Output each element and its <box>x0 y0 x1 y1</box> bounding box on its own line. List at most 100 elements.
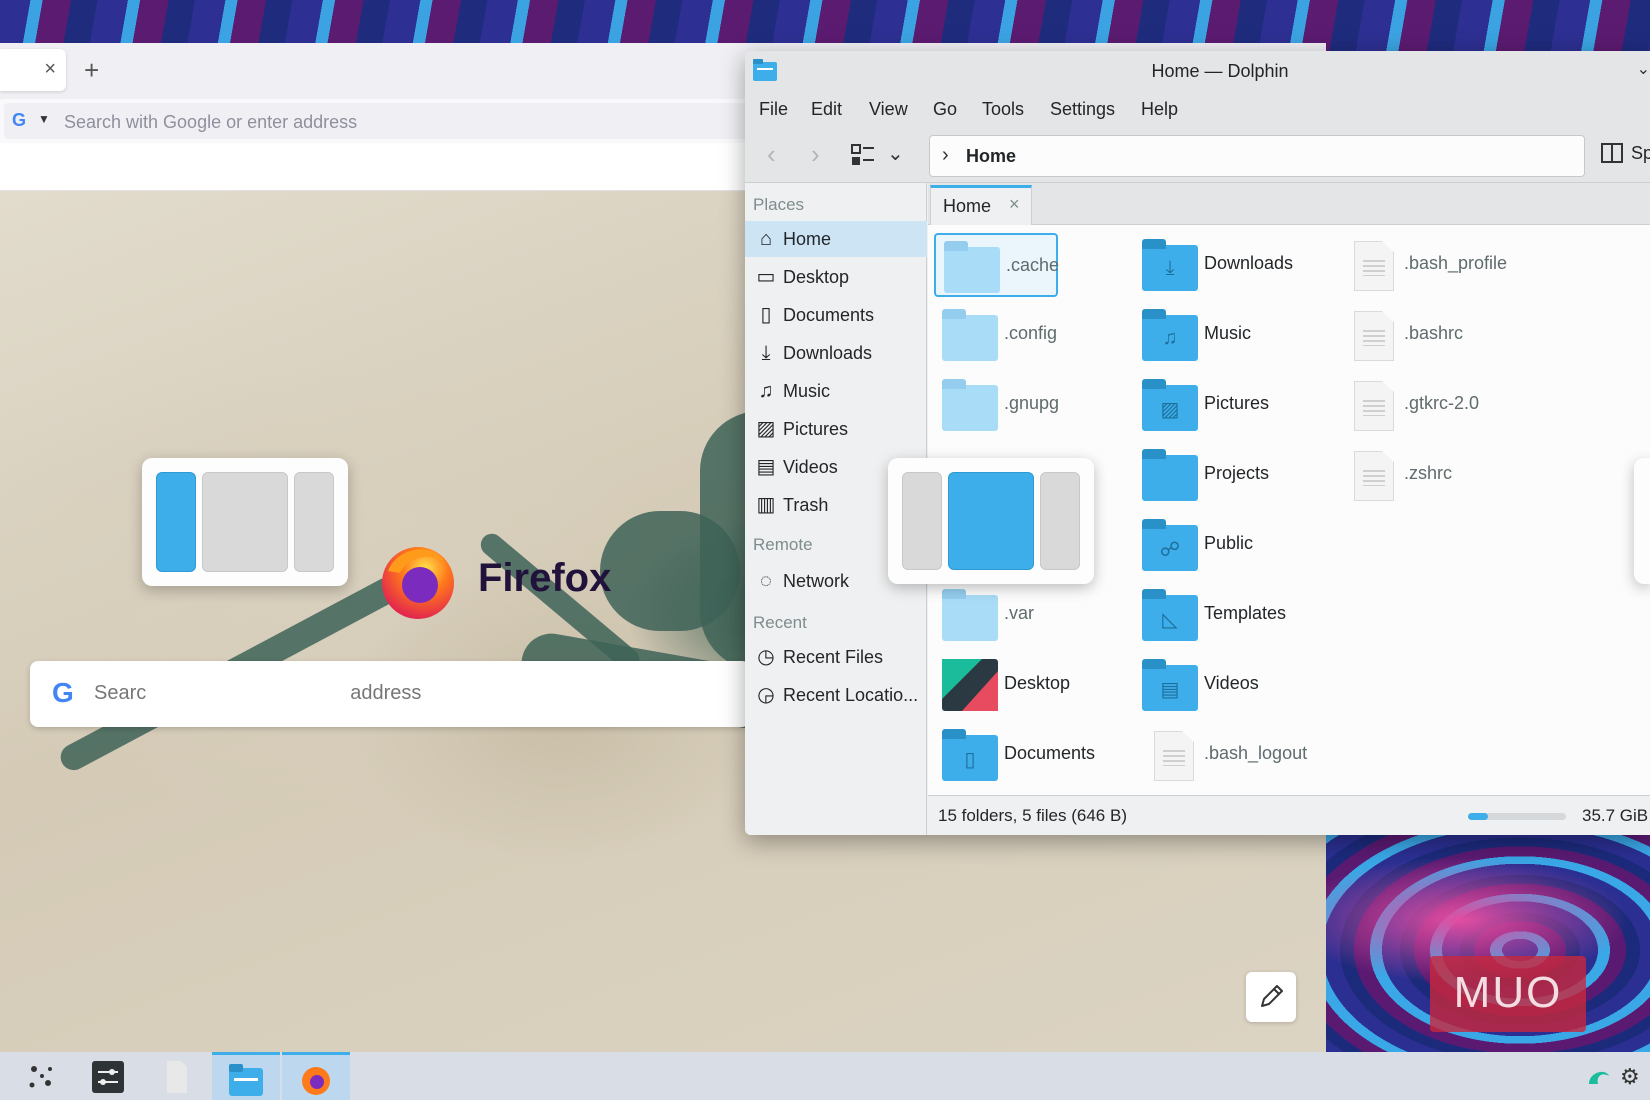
menu-file[interactable]: File <box>759 99 788 120</box>
entry-videos[interactable]: ▤ Videos <box>1134 653 1324 717</box>
status-bar: 15 folders, 5 files (646 B) 35.7 GiB <box>928 795 1650 835</box>
menu-view[interactable]: View <box>869 99 908 120</box>
place-home[interactable]: ⌂ Home <box>745 221 927 257</box>
pictures-folder-icon: ▨ <box>1142 379 1198 431</box>
documents-folder-icon: ▯ <box>942 729 998 781</box>
entry-documents[interactable]: ▯ Documents <box>934 723 1124 787</box>
entry-templates[interactable]: ◺ Templates <box>1134 583 1324 647</box>
menu-help[interactable]: Help <box>1141 99 1178 120</box>
place-music[interactable]: ♫ Music <box>745 373 927 409</box>
tab-close-icon[interactable]: × <box>44 59 56 79</box>
entry-gtkrc[interactable]: .gtkrc-2.0 <box>1334 373 1524 437</box>
free-space-text: 35.7 GiB <box>1582 806 1649 825</box>
free-space-bar[interactable] <box>1468 813 1566 820</box>
videos-folder-icon: ▤ <box>1142 659 1198 711</box>
recent-section-label: Recent <box>753 613 807 632</box>
taskbar: ⚙ <box>0 1052 1650 1100</box>
chevron-down-icon[interactable]: ⌄ <box>1637 59 1650 79</box>
entry-gnupg[interactable]: .gnupg <box>934 373 1124 437</box>
task-dolphin[interactable] <box>212 1052 280 1100</box>
tray-app-icon[interactable] <box>1586 1066 1612 1088</box>
google-engine-icon[interactable]: G <box>12 110 26 131</box>
recent-locations-icon: ◶ <box>757 684 775 706</box>
entry-var[interactable]: .var <box>934 583 1124 647</box>
location-bar[interactable]: › Home <box>929 135 1585 177</box>
text-file-icon <box>1342 379 1398 431</box>
forward-button[interactable]: › <box>811 141 820 167</box>
place-recent-files[interactable]: ◷ Recent Files <box>745 639 927 675</box>
view-tab-bar: Home × <box>928 183 1650 225</box>
entry-bashrc[interactable]: .bashrc <box>1334 303 1524 367</box>
chevron-down-icon[interactable]: ⌄ <box>887 141 904 166</box>
folder-icon <box>942 309 998 361</box>
home-icon: ⌂ <box>759 228 773 250</box>
entry-cache[interactable]: .cache <box>934 233 1059 297</box>
chevron-down-icon[interactable]: ▼ <box>38 112 50 126</box>
places-section-label: Places <box>753 195 805 214</box>
snap-layout-popup <box>142 458 348 586</box>
snap-zone-left[interactable] <box>902 472 942 570</box>
pictures-icon: ▨ <box>756 418 776 440</box>
back-button[interactable]: ‹ <box>767 141 776 167</box>
place-documents[interactable]: ▯ Documents <box>745 297 927 333</box>
folder-icon <box>942 589 998 641</box>
text-file-icon <box>1342 309 1398 361</box>
entry-bash-logout[interactable]: .bash_logout <box>1134 723 1324 787</box>
network-tray-icon[interactable]: ⚙ <box>1620 1064 1646 1090</box>
place-downloads[interactable]: ⤓ Downloads <box>745 335 927 371</box>
menu-go[interactable]: Go <box>933 99 957 120</box>
folder-icon <box>1142 449 1198 501</box>
menu-edit[interactable]: Edit <box>811 99 842 120</box>
entry-zshrc[interactable]: .zshrc <box>1334 443 1524 507</box>
document-icon <box>167 1061 187 1093</box>
text-file-icon <box>1342 239 1398 291</box>
task-system-settings[interactable] <box>74 1052 142 1100</box>
entry-projects[interactable]: Projects <box>1134 443 1324 507</box>
breadcrumb-home[interactable]: Home <box>966 146 1016 167</box>
dolphin-window[interactable]: Home — Dolphin ⌄ File Edit View Go Tools… <box>745 51 1650 835</box>
entry-pictures[interactable]: ▨ Pictures <box>1134 373 1324 437</box>
new-tab-button[interactable]: + <box>84 57 99 83</box>
public-folder-icon: ☍ <box>1142 519 1198 571</box>
entry-desktop[interactable]: Desktop <box>934 653 1124 717</box>
snap-zone-center[interactable] <box>202 472 288 572</box>
place-desktop[interactable]: ▭ Desktop <box>745 259 927 295</box>
entry-music[interactable]: ♫ Music <box>1134 303 1324 367</box>
task-firefox[interactable] <box>282 1052 350 1100</box>
remote-section-label: Remote <box>753 535 813 554</box>
free-space-fill <box>1468 813 1488 820</box>
snap-zone-right[interactable] <box>294 472 334 572</box>
tab-home[interactable]: Home × <box>930 185 1032 225</box>
firefox-icon <box>302 1067 330 1095</box>
task-text-editor[interactable] <box>142 1052 210 1100</box>
snap-zone-right[interactable] <box>1040 472 1080 570</box>
customize-button[interactable] <box>1246 972 1296 1022</box>
entry-bash-profile[interactable]: .bash_profile <box>1334 233 1524 297</box>
google-logo-icon: G <box>52 677 74 708</box>
menu-settings[interactable]: Settings <box>1050 99 1115 120</box>
app-launcher-button[interactable] <box>8 1052 76 1100</box>
place-pictures[interactable]: ▨ Pictures <box>745 411 927 447</box>
entry-config[interactable]: .config <box>934 303 1124 367</box>
firefox-search-box[interactable]: G Searc address <box>30 661 750 727</box>
split-label: Sp <box>1631 143 1650 163</box>
snap-layout-popup-partial <box>1634 458 1650 584</box>
place-recent-locations[interactable]: ◶ Recent Locatio... <box>745 677 927 713</box>
menu-tools[interactable]: Tools <box>982 99 1024 120</box>
view-mode-icon[interactable] <box>851 143 875 167</box>
entry-public[interactable]: ☍ Public <box>1134 513 1324 577</box>
status-text: 15 folders, 5 files (646 B) <box>938 806 1127 825</box>
trash-icon: ▥ <box>756 494 776 516</box>
entry-downloads[interactable]: ⤓ Downloads <box>1134 233 1324 297</box>
watermark-text: MUO <box>1453 968 1563 1017</box>
close-icon[interactable]: × <box>1009 194 1020 215</box>
firefox-tab[interactable]: × <box>0 49 66 91</box>
downloads-icon: ⤓ <box>761 342 771 364</box>
url-placeholder: Search with Google or enter address <box>64 112 358 132</box>
snap-zone-left[interactable] <box>156 472 196 572</box>
snap-zone-center[interactable] <box>948 472 1034 570</box>
window-titlebar[interactable]: Home — Dolphin ⌄ <box>745 51 1650 91</box>
templates-folder-icon: ◺ <box>1142 589 1198 641</box>
downloads-folder-icon: ⤓ <box>1142 239 1198 291</box>
split-button[interactable]: Sp <box>1601 141 1650 167</box>
